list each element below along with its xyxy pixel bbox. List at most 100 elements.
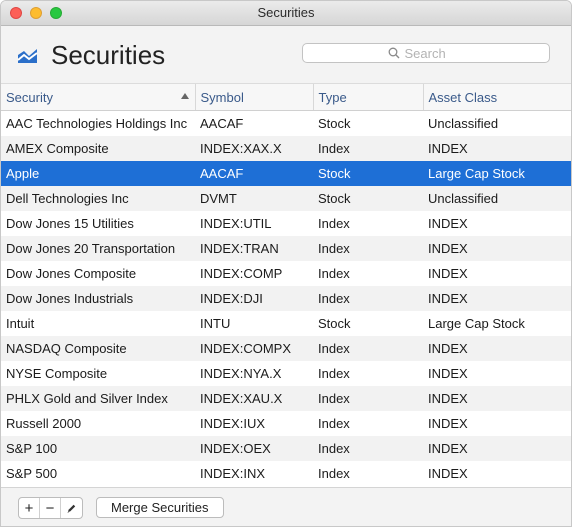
cell-symbol: INDEX:DJI xyxy=(195,286,313,311)
cell-symbol: INDEX:TRAN xyxy=(195,236,313,261)
cell-asset-class: INDEX xyxy=(428,366,468,381)
securities-window: Securities Securities Security Symbol Ty… xyxy=(0,0,572,527)
add-button[interactable]: + xyxy=(19,498,40,518)
search-icon xyxy=(388,47,399,59)
cell-symbol: AACAF xyxy=(195,161,313,186)
column-header-symbol[interactable]: Symbol xyxy=(194,84,313,111)
column-header-asset-class[interactable]: Asset Class xyxy=(422,84,571,111)
search-input[interactable] xyxy=(404,45,465,61)
cell-type: Index xyxy=(313,136,423,161)
cell-asset-class: INDEX xyxy=(423,286,571,311)
cell-security: AMEX Composite xyxy=(1,136,195,161)
cell-type: Index xyxy=(318,466,350,481)
page-header: Securities xyxy=(1,26,571,84)
cell-asset-class: INDEX xyxy=(423,436,571,461)
cell-type: Index xyxy=(318,416,350,431)
table-row-selected[interactable]: Apple AACAF Stock Large Cap Stock xyxy=(1,161,571,186)
cell-security: AAC Technologies Holdings Inc xyxy=(6,116,188,131)
cell-type: Index xyxy=(313,386,423,411)
cell-security: NYSE Composite xyxy=(6,366,108,381)
table-row[interactable]: Dow Jones 15 Utilities INDEX:UTIL Index IND… xyxy=(1,211,571,236)
bottom-toolbar: + − Merge Securities xyxy=(1,487,571,526)
cell-symbol: INDEX:XAX.X xyxy=(195,136,313,161)
table-row[interactable]: AAC Technologies Holdings Inc AACAF Stock U… xyxy=(1,111,571,137)
cell-security: Dow Jones 20 Transportation xyxy=(1,236,195,261)
cell-symbol: INTU xyxy=(200,316,231,331)
cell-type: Stock xyxy=(313,186,423,211)
column-header-label: Symbol xyxy=(200,89,244,105)
cell-security: PHLX Gold and Silver Index xyxy=(1,386,195,411)
cell-security: Dow Jones 15 Utilities xyxy=(6,216,134,231)
remove-button[interactable]: − xyxy=(40,498,61,518)
cell-security: Intuit xyxy=(6,316,35,331)
securities-table: Security Symbol Type Asset Class AAC Tec… xyxy=(1,84,571,486)
table-row[interactable]: Russell 2000 INDEX:IUX Index INDEX xyxy=(1,411,571,436)
cell-asset-class: Large Cap Stock xyxy=(428,316,525,331)
cell-security: S&P 100 xyxy=(1,436,195,461)
column-header-security[interactable]: Security xyxy=(1,84,195,111)
column-header-label: Security xyxy=(6,89,53,105)
cell-security: Apple xyxy=(1,161,195,186)
window-title: Securities xyxy=(257,5,315,20)
table-row[interactable]: S&P 500 INDEX:INX Index INDEX xyxy=(1,461,571,486)
cell-type: Index xyxy=(318,216,350,231)
cell-security: Dow Jones Composite xyxy=(6,266,137,281)
merge-securities-button[interactable]: Merge Securities xyxy=(96,497,224,518)
table-row[interactable]: Dell Technologies Inc DVMT Stock Unclassifi… xyxy=(1,186,571,211)
cell-symbol: INDEX:XAU.X xyxy=(195,386,313,411)
search-field[interactable] xyxy=(302,43,550,63)
add-remove-edit-segmented-control: + − xyxy=(18,497,83,519)
table-row[interactable]: S&P 100 INDEX:OEX Index INDEX xyxy=(1,436,571,461)
cell-type: Index xyxy=(313,436,423,461)
title-bar: Securities xyxy=(1,1,571,26)
table-row[interactable]: NASDAQ Composite INDEX:COMPX Index INDEX xyxy=(1,336,571,361)
cell-asset-class: INDEX xyxy=(423,336,571,361)
cell-asset-class: INDEX xyxy=(428,216,468,231)
cell-security: NASDAQ Composite xyxy=(1,336,195,361)
cell-type: Index xyxy=(313,236,423,261)
cell-security: Dell Technologies Inc xyxy=(1,186,195,211)
cell-asset-class: INDEX xyxy=(428,266,468,281)
column-header-type[interactable]: Type xyxy=(312,84,423,111)
cell-symbol: DVMT xyxy=(195,186,313,211)
cell-security: S&P 500 xyxy=(6,466,58,481)
table-row[interactable]: Intuit INTU Stock Large Cap Stock xyxy=(1,311,571,336)
cell-type: Stock xyxy=(318,116,351,131)
cell-symbol: INDEX:NYA.X xyxy=(200,366,282,381)
cell-type: Index xyxy=(313,336,423,361)
cell-symbol: INDEX:UTIL xyxy=(200,216,272,231)
cell-symbol: INDEX:COMP xyxy=(200,266,283,281)
cell-type: Index xyxy=(318,366,350,381)
cell-type: Stock xyxy=(313,161,423,186)
column-header-label: Asset Class xyxy=(428,89,498,105)
cell-type: Stock xyxy=(318,316,351,331)
cell-asset-class: INDEX xyxy=(423,236,571,261)
cell-symbol: AACAF xyxy=(200,116,244,131)
cell-asset-class: Large Cap Stock xyxy=(423,161,571,186)
table-row[interactable]: Dow Jones Industrials INDEX:DJI Index INDEX xyxy=(1,286,571,311)
table-header-row: Security Symbol Type Asset Class xyxy=(1,84,571,111)
table-row[interactable]: Dow Jones 20 Transportation INDEX:TRAN Ind… xyxy=(1,236,571,261)
page-title: Securities xyxy=(51,40,166,70)
cell-asset-class: Unclassified xyxy=(428,116,499,131)
cell-symbol: INDEX:OEX xyxy=(195,436,313,461)
cell-asset-class: INDEX xyxy=(423,136,571,161)
cell-security: Russell 2000 xyxy=(6,416,82,431)
table-row[interactable]: NYSE Composite INDEX:NYA.X Index INDEX xyxy=(1,361,571,386)
table-row[interactable]: Dow Jones Composite INDEX:COMP Index INDEX xyxy=(1,261,571,286)
cell-asset-class: INDEX xyxy=(423,386,571,411)
cell-symbol: INDEX:IUX xyxy=(200,416,266,431)
chart-icon xyxy=(17,49,38,63)
pencil-icon xyxy=(67,504,76,513)
edit-button[interactable] xyxy=(61,498,82,518)
cell-symbol: INDEX:COMPX xyxy=(195,336,313,361)
cell-security: Dow Jones Industrials xyxy=(1,286,195,311)
cell-asset-class: INDEX xyxy=(428,416,468,431)
column-header-label: Type xyxy=(318,89,347,105)
cell-type: Index xyxy=(313,286,423,311)
table-row[interactable]: AMEX Composite INDEX:XAX.X Index INDEX xyxy=(1,136,571,161)
table-row[interactable]: PHLX Gold and Silver Index INDEX:XAU.X Ind… xyxy=(1,386,571,411)
sort-ascending-icon xyxy=(180,93,189,99)
cell-type: Index xyxy=(318,266,350,281)
cell-asset-class: Unclassified xyxy=(423,186,571,211)
